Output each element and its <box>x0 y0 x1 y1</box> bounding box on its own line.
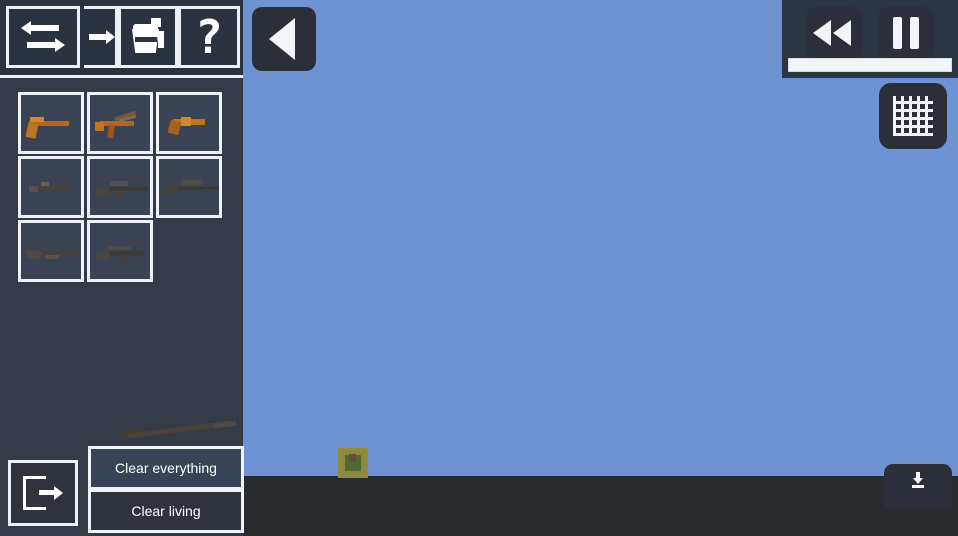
crate-entity[interactable] <box>338 448 368 478</box>
weapon-slot-rifle-a[interactable] <box>18 156 84 218</box>
weapon-slot-lmg[interactable] <box>87 220 153 282</box>
shotgun-sprite <box>21 223 81 279</box>
rewind-button[interactable] <box>806 7 862 59</box>
assault-rifle-sprite <box>21 159 81 215</box>
download-icon <box>911 472 925 488</box>
paint-bucket-icon <box>129 17 167 57</box>
exit-button[interactable] <box>8 460 78 526</box>
swap-arrows-icon <box>21 20 65 54</box>
grid-toggle-button[interactable] <box>879 83 947 149</box>
pause-icon <box>893 17 919 49</box>
weapon-grid <box>18 92 234 282</box>
clear-living-button[interactable]: Clear living <box>91 492 241 530</box>
help-tool-button[interactable]: ? <box>178 6 240 68</box>
weapon-slot-revolver[interactable] <box>156 92 222 154</box>
dragged-weapon-preview <box>118 418 238 440</box>
weapon-slot-sniper[interactable] <box>156 156 222 218</box>
weapon-slot-pistol[interactable] <box>18 92 84 154</box>
question-mark-icon: ? <box>195 10 223 64</box>
smg-sprite <box>90 95 150 151</box>
sidebar-toolbar: ? <box>0 0 243 78</box>
exit-door-icon <box>23 476 63 510</box>
weapon-slot-shotgun[interactable] <box>18 220 84 282</box>
arrow-right-icon <box>88 27 115 47</box>
pause-button[interactable] <box>878 7 934 59</box>
weapon-slot-rifle-b[interactable] <box>87 156 153 218</box>
revolver-sprite <box>159 95 219 151</box>
rewind-icon <box>813 20 855 46</box>
clear-everything-button[interactable]: Clear everything <box>91 449 241 487</box>
paint-tool-button[interactable] <box>118 6 178 68</box>
pistol-sprite <box>21 95 81 151</box>
weapon-slot-smg[interactable] <box>87 92 153 154</box>
scoped-rifle-sprite <box>90 159 150 215</box>
game-screen: ? Clear everything Clear living <box>0 0 958 536</box>
timeline-slider[interactable] <box>788 58 952 72</box>
lmg-sprite <box>90 223 150 279</box>
back-button[interactable] <box>252 7 316 71</box>
clear-actions-panel: Clear everything Clear living <box>88 446 244 533</box>
swap-tool-button[interactable] <box>6 6 80 68</box>
grid-icon <box>893 96 933 136</box>
next-tool-button[interactable] <box>84 6 118 68</box>
back-triangle-icon <box>268 18 295 60</box>
sniper-sprite <box>159 159 219 215</box>
download-button[interactable] <box>884 464 952 508</box>
